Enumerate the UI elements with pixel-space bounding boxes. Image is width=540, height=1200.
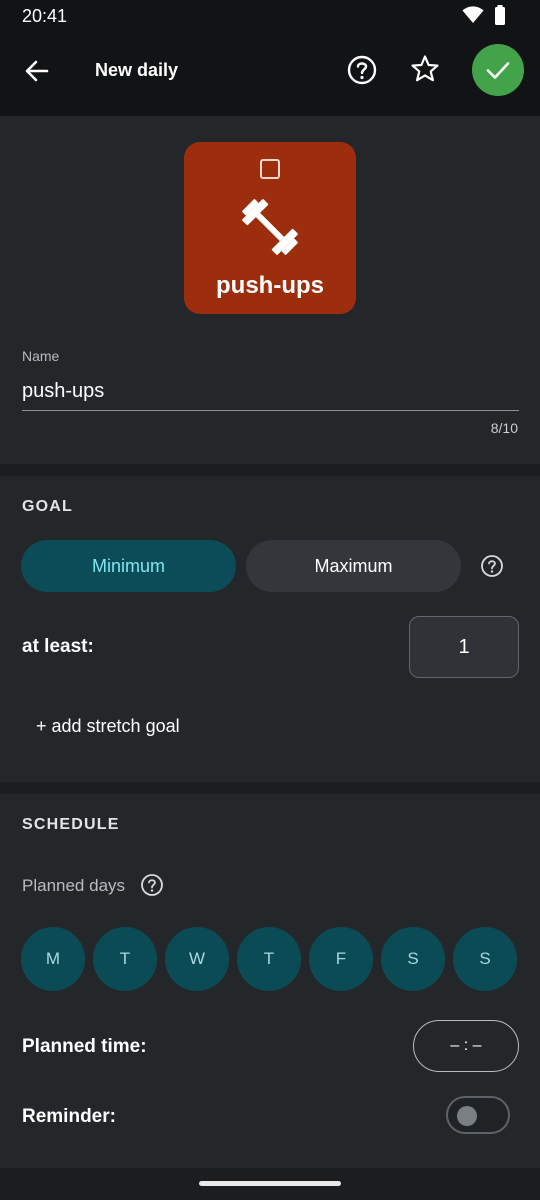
page-title: New daily (95, 60, 179, 80)
day-toggle-tuesday[interactable]: T (93, 927, 157, 991)
goal-amount-label: at least: (22, 636, 94, 657)
name-char-counter: 8/10 (490, 420, 518, 436)
reminder-switch-knob (457, 1106, 477, 1126)
app-bar: New daily (0, 34, 540, 116)
wifi-icon (462, 6, 484, 23)
reminder-label: Reminder: (22, 1106, 116, 1127)
day-selector: M T W T F S S (21, 927, 517, 991)
habit-card: push-ups Name 8/10 (0, 116, 540, 464)
name-input[interactable] (22, 372, 519, 411)
name-field-label: Name (22, 348, 60, 364)
planned-days-label: Planned days (22, 876, 126, 895)
maximum-toggle-button[interactable]: Maximum (246, 540, 461, 592)
reminder-switch[interactable] (446, 1096, 510, 1134)
minimum-toggle-button[interactable]: Minimum (21, 540, 236, 592)
status-icons (462, 5, 506, 25)
back-arrow-icon[interactable] (22, 56, 52, 86)
day-toggle-friday[interactable]: F (309, 927, 373, 991)
star-icon[interactable] (409, 53, 441, 85)
day-toggle-monday[interactable]: M (21, 927, 85, 991)
schedule-section-title: SCHEDULE (22, 816, 120, 833)
help-icon[interactable] (346, 54, 378, 86)
planned-time-label: Planned time: (22, 1036, 147, 1057)
planned-time-button[interactable]: – : – (413, 1020, 519, 1072)
check-icon (486, 62, 510, 79)
goal-card: GOAL Minimum Maximum at least: 1 + add s… (0, 476, 540, 782)
status-bar: 20:41 (0, 0, 540, 34)
planned-days-help-icon[interactable] (140, 873, 164, 897)
battery-icon (495, 5, 505, 25)
habit-tile[interactable]: push-ups (184, 142, 356, 314)
habit-tile-label: push-ups (216, 272, 324, 299)
status-time: 20:41 (22, 6, 68, 26)
goal-help-icon[interactable] (480, 554, 504, 578)
confirm-button[interactable] (472, 44, 524, 96)
goal-section-title: GOAL (22, 498, 74, 515)
day-toggle-thursday[interactable]: T (237, 927, 301, 991)
goal-amount-input[interactable]: 1 (409, 616, 519, 678)
day-toggle-saturday[interactable]: S (381, 927, 445, 991)
day-toggle-sunday[interactable]: S (453, 927, 517, 991)
home-indicator[interactable] (199, 1181, 341, 1186)
add-stretch-goal-button[interactable]: + add stretch goal (36, 716, 180, 737)
dumbbell-icon (242, 199, 298, 255)
day-toggle-wednesday[interactable]: W (165, 927, 229, 991)
tile-checkbox[interactable] (260, 159, 280, 179)
schedule-card: SCHEDULE Planned days M T W T F S S Plan… (0, 794, 540, 1168)
